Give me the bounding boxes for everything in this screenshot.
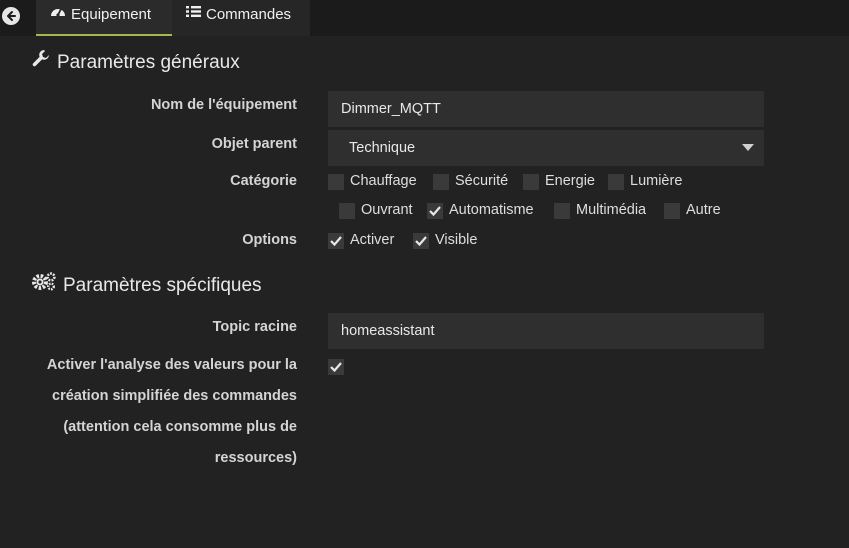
tab-commands[interactable]: Commandes xyxy=(172,0,310,36)
category-checkbox-multimedia[interactable] xyxy=(554,203,570,219)
specific-section-title: Paramètres spécifiques xyxy=(31,272,262,297)
option-label-activer: Activer xyxy=(350,232,395,248)
list-icon xyxy=(186,0,201,29)
category-label-lumiere: Lumière xyxy=(630,173,683,189)
category-label-securite: Sécurité xyxy=(455,173,509,189)
category-checkbox-securite[interactable] xyxy=(433,174,449,190)
equipment-name-label: Nom de l'équipement xyxy=(150,97,297,113)
category-checkbox-energie[interactable] xyxy=(523,174,539,190)
wrench-icon xyxy=(31,48,51,74)
parent-object-label: Objet parent xyxy=(211,136,297,152)
topic-root-label: Topic racine xyxy=(212,319,297,335)
category-label-automatisme: Automatisme xyxy=(449,202,534,218)
analysis-checkbox[interactable] xyxy=(328,359,344,375)
category-label-energie: Energie xyxy=(545,173,595,189)
category-checkbox-automatisme[interactable] xyxy=(427,203,443,219)
checkmark-icon xyxy=(330,236,342,247)
analysis-label-line-2: création simplifiée des commandes xyxy=(52,388,297,404)
category-label-chauffage: Chauffage xyxy=(350,173,417,189)
checkmark-icon xyxy=(330,362,342,373)
general-title-text: Paramètres généraux xyxy=(57,52,240,74)
option-checkbox-activer[interactable] xyxy=(328,233,344,249)
general-section-title: Paramètres généraux xyxy=(31,50,240,74)
analysis-label-line-3: (attention cela consomme plus de xyxy=(63,419,297,435)
parent-object-select[interactable]: Technique xyxy=(328,130,764,166)
caret-down-icon xyxy=(742,144,754,151)
category-label: Catégorie xyxy=(230,173,297,189)
tab-equipment[interactable]: Equipement xyxy=(36,0,172,36)
category-label-autre: Autre xyxy=(686,202,721,218)
category-label-ouvrant: Ouvrant xyxy=(361,202,413,218)
dashboard-icon xyxy=(50,0,66,29)
checkmark-icon xyxy=(429,206,441,217)
category-checkbox-lumiere[interactable] xyxy=(608,174,624,190)
category-label-multimedia: Multimédia xyxy=(576,202,647,218)
option-label-visible: Visible xyxy=(435,232,478,248)
analysis-label-line-1: Activer l'analyse des valeurs pour la xyxy=(46,357,297,373)
checkmark-icon xyxy=(415,236,427,247)
category-checkbox-chauffage[interactable] xyxy=(328,174,344,190)
analysis-label-line-4: ressources) xyxy=(214,450,297,466)
parent-object-value: Technique xyxy=(349,140,416,156)
specific-title-text: Paramètres spécifiques xyxy=(63,275,262,297)
equipment-name-input[interactable]: Dimmer_MQTT xyxy=(328,91,764,127)
gears-icon xyxy=(31,271,57,297)
topic-root-input[interactable]: homeassistant xyxy=(328,313,764,349)
analysis-label: Activer l'analyse des valeurs pour la cr… xyxy=(0,350,297,474)
top-tab-bar: Equipement Commandes xyxy=(0,0,849,36)
back-arrow-icon[interactable] xyxy=(2,7,20,25)
category-checkbox-ouvrant[interactable] xyxy=(339,203,355,219)
tab-equipment-label: Equipement xyxy=(71,6,152,23)
options-label: Options xyxy=(242,232,297,248)
tab-commands-label: Commandes xyxy=(206,6,292,23)
category-checkbox-autre[interactable] xyxy=(664,203,680,219)
option-checkbox-visible[interactable] xyxy=(413,233,429,249)
